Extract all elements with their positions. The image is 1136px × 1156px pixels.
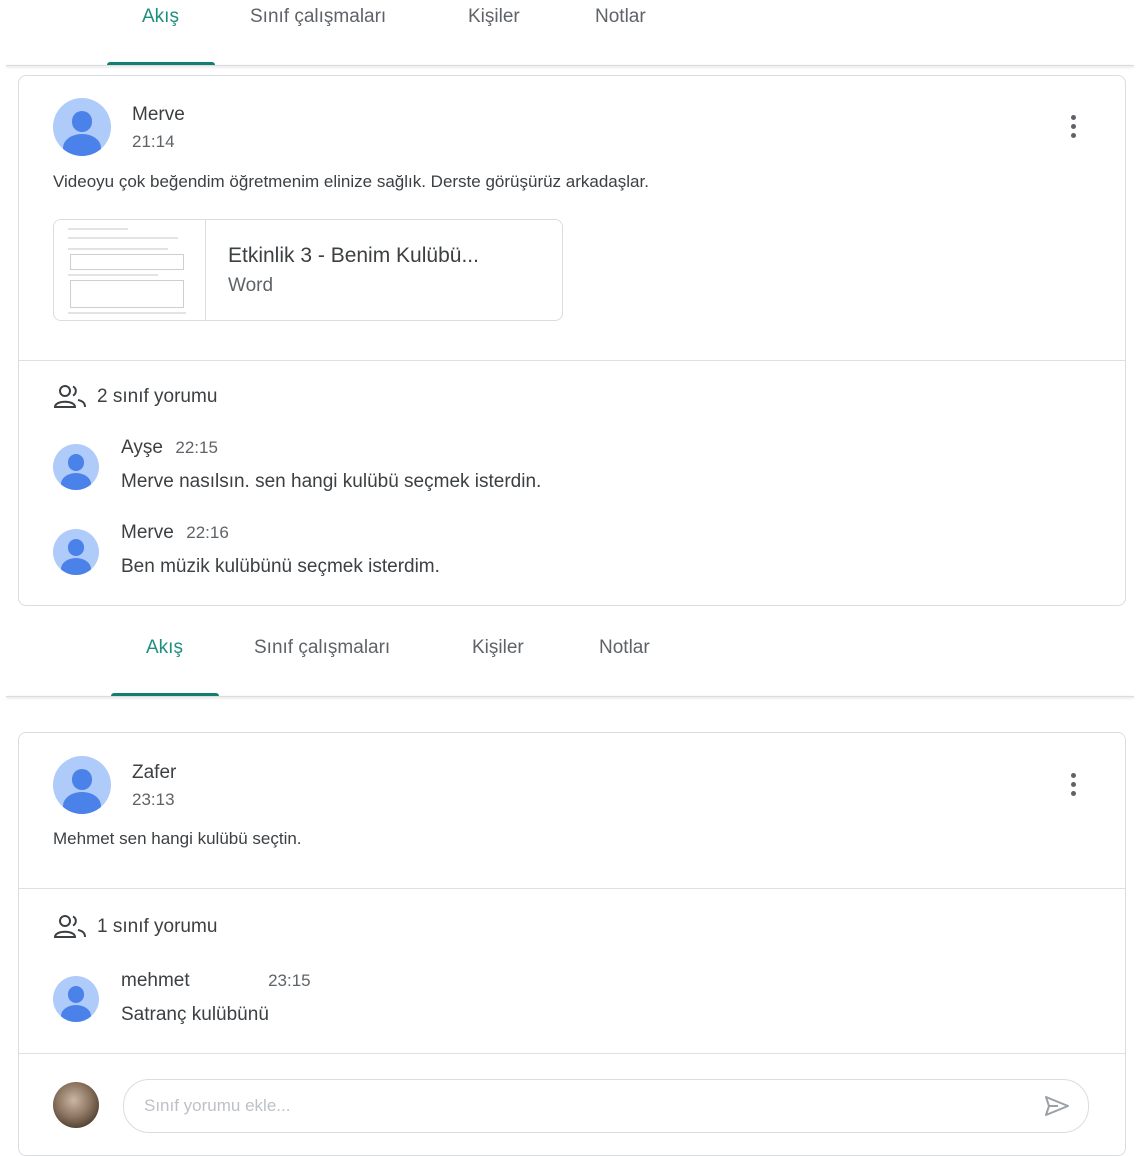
default-avatar-icon bbox=[53, 976, 99, 1022]
post-time: 21:14 bbox=[132, 132, 175, 151]
attachment-card[interactable]: Etkinlik 3 - Benim Kulübü... Word bbox=[53, 219, 563, 321]
post-author: Merve bbox=[132, 104, 185, 125]
class-comments-header[interactable]: 2 sınıf yorumu bbox=[53, 384, 217, 410]
comment-meta: Merve 22:16 bbox=[121, 522, 229, 544]
comment-count: 1 sınıf yorumu bbox=[97, 916, 218, 937]
default-avatar-icon bbox=[53, 444, 99, 490]
post-time: 23:13 bbox=[132, 790, 175, 809]
comment-text: Ben müzik kulübünü seçmek isterdim. bbox=[121, 556, 440, 577]
tab-people[interactable]: Kişiler bbox=[468, 6, 520, 28]
divider bbox=[19, 888, 1125, 889]
comment-time: 22:16 bbox=[186, 523, 229, 542]
divider bbox=[19, 360, 1125, 361]
attachment-title: Etkinlik 3 - Benim Kulübü... bbox=[228, 244, 479, 267]
more-vert-icon[interactable] bbox=[1068, 115, 1078, 141]
user-avatar bbox=[53, 1082, 99, 1128]
post-text: Mehmet sen hangi kulübü seçtin. bbox=[53, 829, 302, 848]
tab-grades[interactable]: Notlar bbox=[595, 6, 646, 28]
comment-text: Merve nasılsın. sen hangi kulübü seçmek … bbox=[121, 471, 542, 492]
default-avatar-icon bbox=[53, 98, 111, 156]
comment-input-box[interactable] bbox=[123, 1079, 1089, 1133]
document-thumbnail bbox=[54, 220, 206, 320]
default-avatar-icon bbox=[53, 756, 111, 814]
default-avatar-icon bbox=[53, 529, 99, 575]
comment-author: Merve bbox=[121, 522, 174, 543]
tab-classwork[interactable]: Sınıf çalışmaları bbox=[254, 637, 390, 659]
post-text: Videoyu çok beğendim öğretmenim elinize … bbox=[53, 172, 649, 191]
tab-bar: Akış Sınıf çalışmaları Kişiler Notlar bbox=[0, 631, 1136, 697]
people-icon bbox=[53, 915, 86, 938]
tab-classwork[interactable]: Sınıf çalışmaları bbox=[250, 6, 386, 28]
post-author: Zafer bbox=[132, 762, 177, 783]
divider bbox=[19, 1053, 1125, 1054]
comment-meta: Ayşe 22:15 bbox=[121, 437, 218, 459]
post-card: Zafer 23:13 Mehmet sen hangi kulübü seçt… bbox=[18, 732, 1126, 1156]
people-icon bbox=[53, 385, 86, 408]
comment-author: Ayşe bbox=[121, 437, 163, 458]
comment-meta: mehmet 23:15 bbox=[121, 970, 311, 992]
comment-input[interactable] bbox=[124, 1080, 1088, 1132]
tab-grades[interactable]: Notlar bbox=[599, 637, 650, 659]
comment-text: Satranç kulübünü bbox=[121, 1004, 269, 1025]
send-icon[interactable] bbox=[1044, 1095, 1070, 1117]
tab-people[interactable]: Kişiler bbox=[472, 637, 524, 659]
more-vert-icon[interactable] bbox=[1068, 773, 1078, 799]
tab-bar: Akış Sınıf çalışmaları Kişiler Notlar bbox=[0, 0, 1136, 66]
tab-bar-divider bbox=[6, 65, 1134, 66]
class-comments-header[interactable]: 1 sınıf yorumu bbox=[53, 914, 217, 940]
tab-stream[interactable]: Akış bbox=[142, 6, 179, 28]
post-card: Merve 21:14 Videoyu çok beğendim öğretme… bbox=[18, 75, 1126, 606]
comment-time: 23:15 bbox=[268, 971, 311, 990]
tab-bar-divider bbox=[6, 696, 1134, 697]
tab-stream[interactable]: Akış bbox=[146, 637, 183, 659]
attachment-type: Word bbox=[228, 275, 274, 296]
comment-count: 2 sınıf yorumu bbox=[97, 386, 218, 407]
comment-author: mehmet bbox=[121, 970, 190, 991]
comment-time: 22:15 bbox=[175, 438, 218, 457]
